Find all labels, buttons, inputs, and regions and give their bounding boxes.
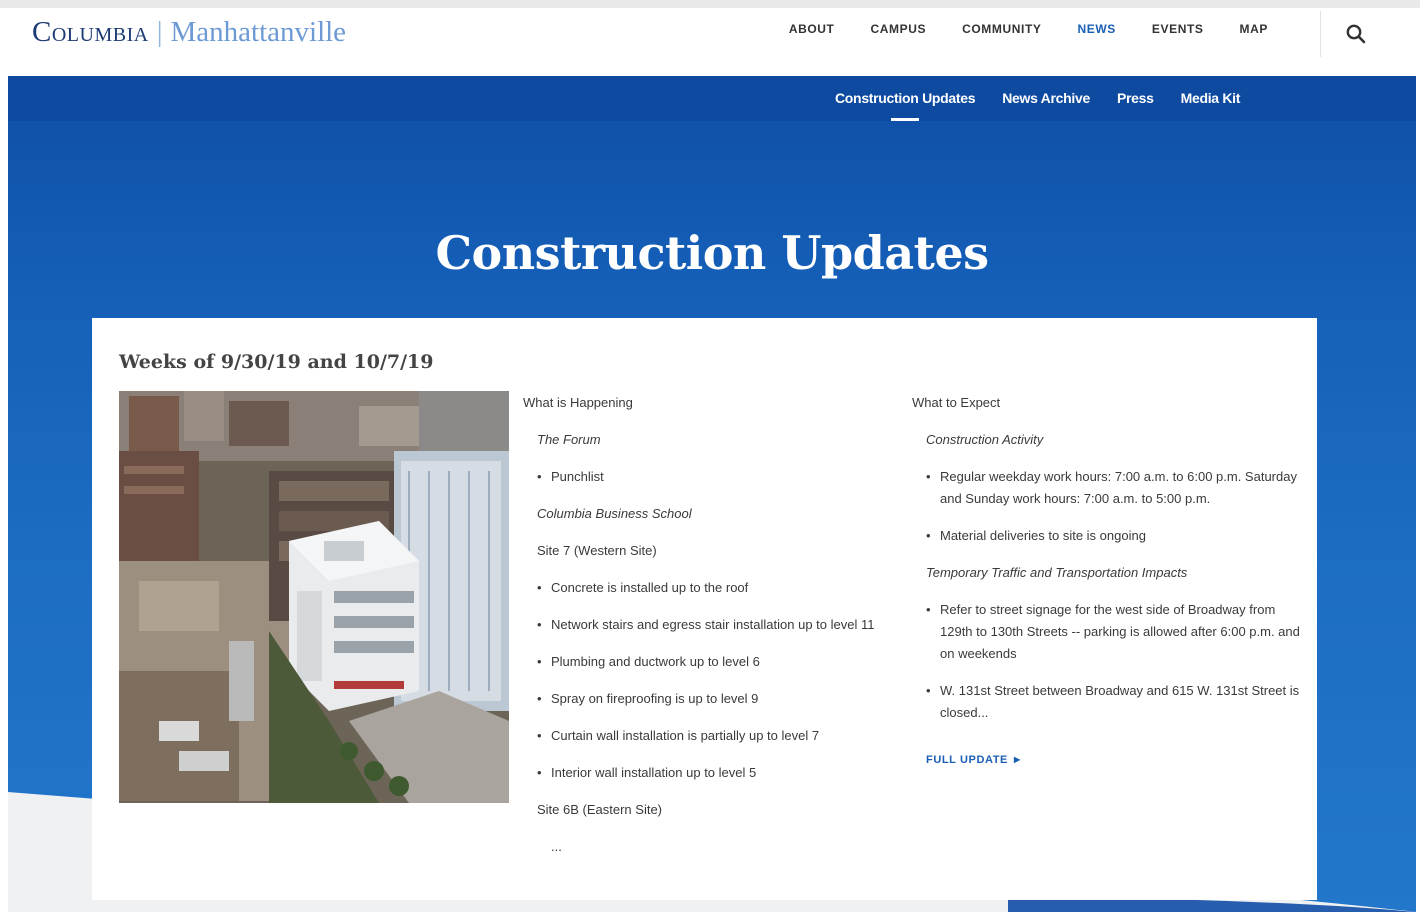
nav-news[interactable]: NEWS [1060, 22, 1134, 36]
what-to-expect-column: What to Expect Construction Activity Reg… [912, 392, 1302, 771]
logo-manhattanville-text: Manhattanville [170, 16, 347, 48]
browser-top-strip [0, 0, 1420, 8]
full-update-link[interactable]: FULL UPDATE ▶ [926, 749, 1021, 771]
traffic-label: Temporary Traffic and Transportation Imp… [926, 565, 1188, 580]
page-title: Construction Updates [435, 226, 989, 280]
site7-label: Site 7 (Western Site) [537, 543, 657, 558]
nav-divider [1320, 11, 1321, 57]
list-item: Refer to street signage for the west sid… [926, 599, 1302, 665]
site-logo[interactable]: Columbia | Manhattanville [32, 18, 346, 47]
logo-separator: | [156, 16, 163, 48]
expect-heading: What to Expect [912, 395, 1001, 410]
search-icon [1346, 24, 1366, 44]
list-item: Material deliveries to site is ongoing [926, 525, 1302, 547]
nav-community[interactable]: COMMUNITY [944, 22, 1059, 36]
subnav-bar: Construction Updates News Archive Press … [8, 76, 1416, 121]
sub-nav: Construction Updates News Archive Press … [835, 90, 1267, 121]
nav-map[interactable]: MAP [1222, 22, 1286, 36]
traffic-list: Refer to street signage for the west sid… [926, 599, 1302, 724]
cbs-label: Columbia Business School [537, 506, 692, 521]
nav-events[interactable]: EVENTS [1134, 22, 1222, 36]
list-item: W. 131st Street between Broadway and 615… [926, 680, 1302, 724]
site7-list: Concrete is installed up to the roof Net… [537, 577, 903, 784]
list-item: Plumbing and ductwork up to level 6 [537, 651, 903, 673]
nav-campus[interactable]: CAMPUS [852, 22, 944, 36]
update-title: Weeks of 9/30/19 and 10/7/19 [119, 351, 434, 373]
list-item: Spray on fireproofing is up to level 9 [537, 688, 903, 710]
aerial-photo-illustration [119, 391, 509, 803]
site-header: Columbia | Manhattanville ABOUT CAMPUS COM… [8, 8, 1416, 76]
activity-label: Construction Activity [926, 432, 1044, 447]
what-is-happening-column: What is Happening The Forum Punchlist Co… [523, 392, 903, 858]
forum-list: Punchlist [537, 466, 903, 488]
chevron-right-icon: ▶ [1013, 755, 1021, 764]
list-item: Curtain wall installation is partially u… [537, 725, 903, 747]
main-nav: ABOUT CAMPUS COMMUNITY NEWS EVENTS MAP [771, 22, 1286, 36]
subnav-media-kit[interactable]: Media Kit [1181, 90, 1241, 106]
forum-label: The Forum [537, 432, 601, 447]
truncation-ellipsis: ... [551, 839, 562, 854]
subnav-press[interactable]: Press [1117, 90, 1154, 106]
list-item: Network stairs and egress stair installa… [537, 614, 903, 636]
site6b-label: Site 6B (Eastern Site) [537, 802, 662, 817]
happening-heading: What is Happening [523, 395, 633, 410]
list-item: Punchlist [537, 466, 903, 488]
search-button[interactable] [1344, 22, 1368, 46]
subnav-news-archive[interactable]: News Archive [1002, 90, 1090, 106]
construction-site-photo [119, 391, 509, 803]
activity-list: Regular weekday work hours: 7:00 a.m. to… [926, 466, 1302, 547]
subnav-construction-updates[interactable]: Construction Updates [835, 90, 976, 121]
list-item: Regular weekday work hours: 7:00 a.m. to… [926, 466, 1302, 510]
full-update-label: FULL UPDATE [926, 754, 1008, 766]
list-item: Concrete is installed up to the roof [537, 577, 903, 599]
list-item: Interior wall installation up to level 5 [537, 762, 903, 784]
update-card: Weeks of 9/30/19 and 10/7/19 What is Hap… [92, 318, 1317, 900]
logo-columbia-text: Columbia [32, 16, 149, 48]
nav-about[interactable]: ABOUT [771, 22, 853, 36]
